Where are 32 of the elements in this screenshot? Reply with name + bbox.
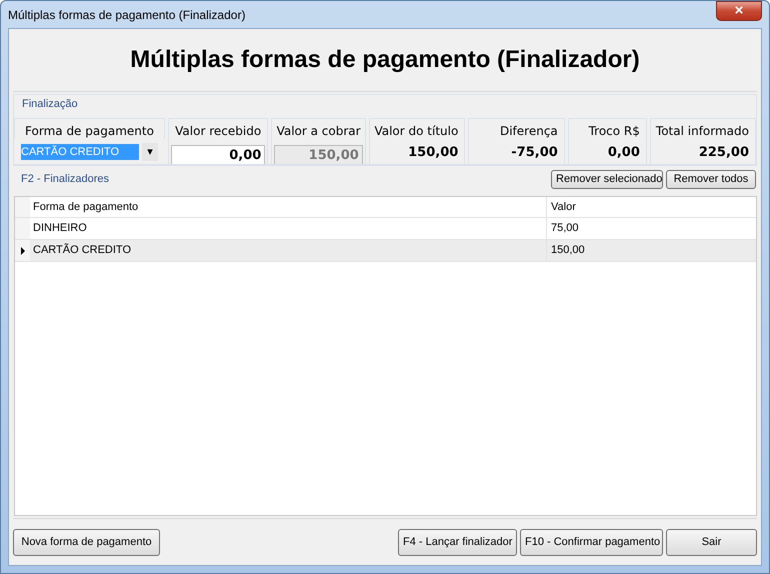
current-row-icon <box>20 246 24 254</box>
new-payment-button[interactable]: Nova forma de pagamento <box>13 528 160 556</box>
value-text: 0,00 <box>606 144 641 162</box>
field-label: Valor a cobrar <box>276 123 362 140</box>
remove-button[interactable]: Remover selecionado <box>551 170 663 188</box>
value-text: 150,00 <box>407 144 460 162</box>
column-header: Forma de pagamento <box>30 197 547 217</box>
field-label: Diferença <box>498 123 559 140</box>
remove-button[interactable]: Remover todos <box>666 170 756 188</box>
column-header: Valor <box>550 200 577 215</box>
header-title: Múltiplas formas de pagamento (Finalizador) <box>130 46 640 74</box>
readonly-field: 150,00 <box>274 145 363 164</box>
field-label: Valor do título <box>373 123 460 140</box>
table-row[interactable]: CARTÃO CREDITO 150,00 <box>15 240 756 262</box>
group-label: Finalização <box>21 98 78 110</box>
close-button[interactable]: × <box>716 1 762 21</box>
section-label: F2 - Finalizadores <box>20 173 110 185</box>
field-label: Forma de pagamento <box>25 123 154 140</box>
footer-button[interactable]: F10 - Confirmar pagamento <box>520 528 663 556</box>
value-text: -75,00 <box>510 144 559 162</box>
table-cell: CARTÃO CREDITO <box>30 240 547 261</box>
footer-button[interactable]: Sair <box>666 528 757 556</box>
field-label: Valor recebido <box>174 123 262 140</box>
footer-button[interactable]: F4 - Lançar finalizador <box>398 528 517 556</box>
field-label: Troco R$ <box>588 123 641 140</box>
table-cell: DINHEIRO <box>30 218 547 239</box>
value-text: 225,00 <box>698 144 750 162</box>
table-cell-text: 75,00 <box>550 221 580 236</box>
field-label: Total informado <box>654 123 750 140</box>
window-title: Múltiplas formas de pagamento (Finalizador) <box>8 8 246 22</box>
input-field[interactable]: 0,00 <box>171 145 266 164</box>
table-cell-text: 150,00 <box>550 243 586 258</box>
